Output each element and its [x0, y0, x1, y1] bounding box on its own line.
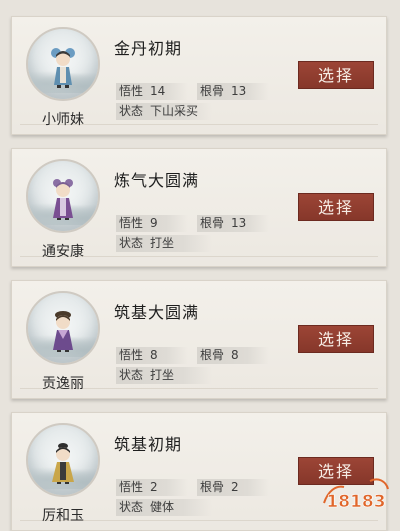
disciple-portrait — [26, 291, 100, 365]
status-stat: 状态 健体 — [116, 499, 212, 516]
cultivation-realm: 筑基初期 — [114, 435, 183, 454]
status-value: 健体 — [150, 500, 175, 514]
status-value: 打坐 — [150, 236, 175, 250]
select-button[interactable]: 选择 — [298, 61, 374, 89]
select-button[interactable]: 选择 — [298, 193, 374, 221]
tong-ankang-figure-icon — [53, 179, 73, 220]
status-stat: 状态 下山采买 — [116, 103, 212, 120]
disciple-name: 小师妹 — [42, 112, 84, 128]
comprehension-value: 8 — [150, 348, 158, 362]
site-watermark-logo: 18183 — [323, 478, 389, 512]
disciple-list: 小师妹 金丹初期 悟性 14 根骨 13 状态 下山采买 选择 通安康 炼气大圆满 悟… — [0, 0, 400, 531]
status-stat: 状态 打坐 — [116, 235, 212, 252]
comprehension-label: 悟性 — [119, 480, 144, 494]
disciple-card: 小师妹 金丹初期 悟性 14 根骨 13 状态 下山采买 选择 — [11, 16, 387, 135]
disciple-card: 贡逸丽 筑基大圆满 悟性 8 根骨 8 状态 打坐 选择 — [11, 280, 387, 399]
comprehension-value: 14 — [150, 84, 166, 98]
gong-yili-figure-icon — [53, 311, 73, 352]
bone-label: 根骨 — [200, 216, 225, 230]
bone-stat: 根骨 13 — [197, 215, 269, 232]
status-label: 状态 — [119, 236, 144, 250]
cultivation-realm: 炼气大圆满 — [114, 171, 200, 190]
disciple-name: 通安康 — [42, 244, 84, 260]
cultivation-realm: 金丹初期 — [114, 39, 183, 58]
comprehension-stat: 悟性 9 — [116, 215, 188, 232]
bone-label: 根骨 — [200, 84, 225, 98]
comprehension-label: 悟性 — [119, 216, 144, 230]
disciple-name: 厉和玉 — [42, 508, 84, 524]
status-label: 状态 — [119, 104, 144, 118]
comprehension-stat: 悟性 8 — [116, 347, 188, 364]
comprehension-stat: 悟性 14 — [116, 83, 188, 100]
comprehension-value: 2 — [150, 480, 158, 494]
bone-value: 2 — [231, 480, 239, 494]
bone-label: 根骨 — [200, 348, 225, 362]
bone-label: 根骨 — [200, 480, 225, 494]
comprehension-label: 悟性 — [119, 348, 144, 362]
status-value: 下山采买 — [150, 104, 199, 118]
cultivation-realm: 筑基大圆满 — [114, 303, 200, 322]
bone-stat: 根骨 8 — [197, 347, 269, 364]
bone-value: 8 — [231, 348, 239, 362]
disciple-name: 贡逸丽 — [42, 376, 84, 392]
comprehension-label: 悟性 — [119, 84, 144, 98]
disciple-card: 通安康 炼气大圆满 悟性 9 根骨 13 状态 打坐 选择 — [11, 148, 387, 267]
little-sister-figure-icon — [51, 48, 75, 88]
bone-stat: 根骨 13 — [197, 83, 269, 100]
li-heyu-figure-icon — [52, 443, 74, 484]
status-label: 状态 — [119, 368, 144, 382]
status-label: 状态 — [119, 500, 144, 514]
disciple-portrait — [26, 159, 100, 233]
comprehension-stat: 悟性 2 — [116, 479, 188, 496]
disciple-portrait — [26, 423, 100, 497]
bone-stat: 根骨 2 — [197, 479, 269, 496]
disciple-portrait — [26, 27, 100, 101]
bone-value: 13 — [231, 84, 247, 98]
status-value: 打坐 — [150, 368, 175, 382]
select-button[interactable]: 选择 — [298, 325, 374, 353]
comprehension-value: 9 — [150, 216, 158, 230]
watermark-text: 18183 — [326, 492, 385, 512]
status-stat: 状态 打坐 — [116, 367, 212, 384]
bone-value: 13 — [231, 216, 247, 230]
